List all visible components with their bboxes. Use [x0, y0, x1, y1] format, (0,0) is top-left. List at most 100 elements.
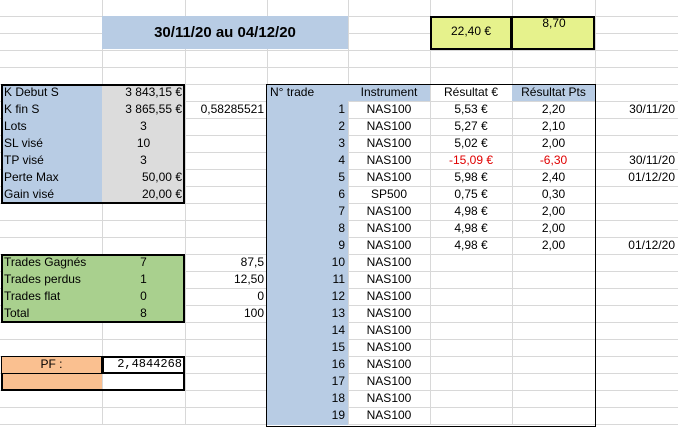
- trade-result-pts[interactable]: [512, 407, 595, 424]
- stats-label[interactable]: Trades perdus: [1, 271, 102, 288]
- trade-number[interactable]: 9: [267, 237, 348, 254]
- capital-value[interactable]: 10: [102, 135, 185, 152]
- trade-result-eur[interactable]: [430, 356, 512, 373]
- trade-number[interactable]: 4: [267, 152, 348, 169]
- trade-instrument[interactable]: SP500: [348, 186, 430, 203]
- trade-instrument[interactable]: NAS100: [348, 237, 430, 254]
- trade-result-eur[interactable]: [430, 322, 512, 339]
- capital-ratio[interactable]: 0,58285521: [185, 101, 267, 118]
- trade-result-eur[interactable]: 0,75 €: [430, 186, 512, 203]
- trade-number[interactable]: 12: [267, 288, 348, 305]
- trade-number[interactable]: 15: [267, 339, 348, 356]
- trade-result-eur[interactable]: 5,98 €: [430, 169, 512, 186]
- capital-label[interactable]: K Debut S: [1, 84, 102, 101]
- capital-value[interactable]: 3 843,15 €: [102, 84, 185, 101]
- trade-number[interactable]: 1: [267, 101, 348, 118]
- trade-result-pts[interactable]: 2,00: [512, 203, 595, 220]
- total-eur-value[interactable]: 22,40 €: [432, 23, 510, 40]
- trade-result-eur[interactable]: [430, 305, 512, 322]
- capital-value[interactable]: 3: [102, 118, 185, 135]
- trade-instrument[interactable]: NAS100: [348, 390, 430, 407]
- trade-result-pts[interactable]: [512, 254, 595, 271]
- trade-date[interactable]: 30/11/20: [595, 152, 678, 169]
- trade-instrument[interactable]: NAS100: [348, 220, 430, 237]
- trade-instrument[interactable]: NAS100: [348, 101, 430, 118]
- trade-result-pts[interactable]: [512, 322, 595, 339]
- trade-instrument[interactable]: NAS100: [348, 135, 430, 152]
- trade-number[interactable]: 10: [267, 254, 348, 271]
- header-result-eur[interactable]: Résultat €: [430, 84, 512, 101]
- trade-result-pts[interactable]: [512, 339, 595, 356]
- stats-value[interactable]: 1: [102, 271, 185, 288]
- trade-result-pts[interactable]: -6,30: [512, 152, 595, 169]
- trade-number[interactable]: 14: [267, 322, 348, 339]
- pf-label[interactable]: PF :: [1, 356, 102, 373]
- trade-date[interactable]: 01/12/20: [595, 237, 678, 254]
- trade-result-pts[interactable]: [512, 271, 595, 288]
- trade-result-pts[interactable]: 2,00: [512, 237, 595, 254]
- trade-instrument[interactable]: NAS100: [348, 373, 430, 390]
- trade-date[interactable]: 01/12/20: [595, 169, 678, 186]
- capital-value[interactable]: 20,00 €: [102, 186, 185, 203]
- header-trade-number[interactable]: N° trade: [267, 84, 348, 101]
- trade-result-eur[interactable]: -15,09 €: [430, 152, 512, 169]
- trade-result-pts[interactable]: [512, 356, 595, 373]
- total-pts-value[interactable]: 8,70: [514, 15, 594, 32]
- trade-number[interactable]: 6: [267, 186, 348, 203]
- trade-result-pts[interactable]: [512, 390, 595, 407]
- stats-label[interactable]: Trades flat: [1, 288, 102, 305]
- trade-result-eur[interactable]: [430, 407, 512, 424]
- trade-number[interactable]: 18: [267, 390, 348, 407]
- trade-result-eur[interactable]: 5,27 €: [430, 118, 512, 135]
- stats-percent[interactable]: 100: [185, 305, 267, 322]
- trade-result-eur[interactable]: [430, 390, 512, 407]
- trade-number[interactable]: 17: [267, 373, 348, 390]
- trade-result-eur[interactable]: [430, 373, 512, 390]
- trade-result-pts[interactable]: 2,10: [512, 118, 595, 135]
- trade-result-pts[interactable]: 2,00: [512, 220, 595, 237]
- trade-result-pts[interactable]: [512, 288, 595, 305]
- trade-result-eur[interactable]: 4,98 €: [430, 203, 512, 220]
- trade-number[interactable]: 11: [267, 271, 348, 288]
- stats-percent[interactable]: 12,50: [185, 271, 267, 288]
- trade-result-pts[interactable]: [512, 373, 595, 390]
- stats-label[interactable]: Total: [1, 305, 102, 322]
- trade-number[interactable]: 3: [267, 135, 348, 152]
- stats-label[interactable]: Trades Gagnés: [1, 254, 102, 271]
- trade-result-eur[interactable]: 4,98 €: [430, 237, 512, 254]
- trade-number[interactable]: 16: [267, 356, 348, 373]
- capital-label[interactable]: Gain visé: [1, 186, 102, 203]
- trade-result-eur[interactable]: [430, 339, 512, 356]
- trade-number[interactable]: 8: [267, 220, 348, 237]
- trade-instrument[interactable]: NAS100: [348, 118, 430, 135]
- trade-instrument[interactable]: NAS100: [348, 322, 430, 339]
- trade-result-eur[interactable]: 5,02 €: [430, 135, 512, 152]
- stats-value[interactable]: 0: [102, 288, 185, 305]
- capital-label[interactable]: Perte Max: [1, 169, 102, 186]
- header-instrument[interactable]: Instrument: [348, 84, 430, 101]
- capital-value[interactable]: 3: [102, 152, 185, 169]
- capital-label[interactable]: Lots: [1, 118, 102, 135]
- trade-number[interactable]: 7: [267, 203, 348, 220]
- trade-result-pts[interactable]: 2,00: [512, 135, 595, 152]
- trade-result-pts[interactable]: 2,20: [512, 101, 595, 118]
- trade-instrument[interactable]: NAS100: [348, 356, 430, 373]
- stats-value[interactable]: 8: [102, 305, 185, 322]
- trade-result-pts[interactable]: 0,30: [512, 186, 595, 203]
- trade-instrument[interactable]: NAS100: [348, 305, 430, 322]
- trade-number[interactable]: 13: [267, 305, 348, 322]
- trade-result-eur[interactable]: [430, 288, 512, 305]
- stats-percent[interactable]: 87,5: [185, 254, 267, 271]
- trade-number[interactable]: 5: [267, 169, 348, 186]
- trade-result-eur[interactable]: 5,53 €: [430, 101, 512, 118]
- capital-label[interactable]: SL visé: [1, 135, 102, 152]
- capital-value[interactable]: 50,00 €: [102, 169, 185, 186]
- stats-percent[interactable]: 0: [185, 288, 267, 305]
- trade-result-eur[interactable]: [430, 254, 512, 271]
- trade-result-eur[interactable]: [430, 271, 512, 288]
- trade-instrument[interactable]: NAS100: [348, 203, 430, 220]
- capital-value[interactable]: 3 865,55 €: [102, 101, 185, 118]
- pf-value[interactable]: 2,4844268: [102, 356, 185, 373]
- trade-instrument[interactable]: NAS100: [348, 271, 430, 288]
- trade-instrument[interactable]: NAS100: [348, 152, 430, 169]
